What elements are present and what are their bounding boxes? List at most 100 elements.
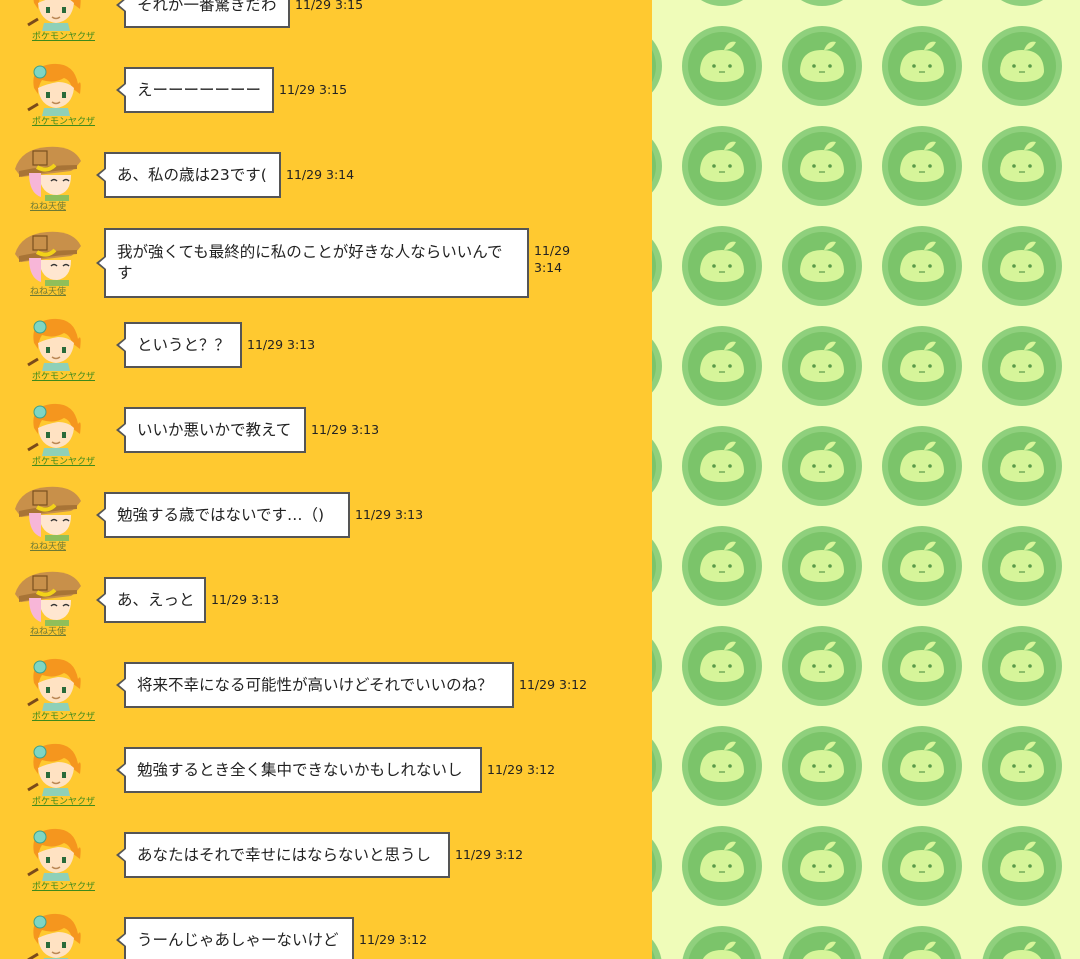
sprout-coin-icon — [652, 439, 662, 493]
sprout-coin-icon — [682, 126, 762, 206]
message-bubble: うーんじゃあしゃーないけど — [116, 917, 354, 959]
message-bubble: えーーーーーーー — [116, 67, 274, 113]
sprout-coin-icon — [982, 726, 1062, 806]
user-avatar[interactable] — [24, 908, 104, 959]
message-text: うーんじゃあしゃーないけど — [137, 930, 339, 949]
sprout-coin-icon — [782, 26, 862, 106]
orange-hair-boy-avatar-icon — [27, 63, 81, 116]
sprout-coin-icon — [682, 626, 762, 706]
username-link[interactable]: ねね天使 — [30, 624, 66, 637]
chat-log: ポケモンヤクザ それが一番驚きだわ 11/29 3:15 ポケモンヤクザ えーーーーー… — [0, 0, 652, 959]
sprout-coin-icon — [982, 226, 1062, 306]
sprout-coin-icon — [652, 939, 662, 959]
sprout-coin-icon — [652, 539, 662, 593]
sprout-coin-icon — [700, 0, 744, 6]
message-text: えーーーーーーー — [137, 80, 262, 99]
sprout-coin-icon — [682, 26, 762, 106]
sprout-coin-icon — [882, 226, 962, 306]
chat-message: ポケモンヤクザ あなたはそれで幸せにはならないと思うし 11/29 3:12 — [0, 825, 652, 910]
sprout-coin-icon — [882, 26, 962, 106]
sprout-coin-icon — [882, 926, 962, 959]
straw-hat-girl-avatar-icon — [15, 486, 81, 541]
message-bubble: というと？？ — [116, 322, 242, 368]
sprout-coin-icon — [882, 626, 962, 706]
username-link[interactable]: ねね天使 — [30, 284, 66, 297]
sprout-coin-icon — [882, 426, 962, 506]
username-link[interactable]: ポケモンヤクザ — [32, 454, 95, 467]
sprout-coin-icon — [782, 426, 862, 506]
sprout-coin-icon — [782, 126, 862, 206]
message-timestamp: 11/29 3:13 — [211, 592, 280, 607]
message-text: 勉強するとき全く集中できないかもしれないし — [137, 760, 463, 779]
chat-message: ポケモンヤクザ 将来不幸になる可能性が高いけどそれでいいのね？ 11/29 3:12 — [0, 655, 652, 740]
straw-hat-girl-avatar-icon — [15, 146, 81, 201]
straw-hat-girl-avatar-icon — [15, 571, 81, 626]
message-timestamp: 11/29 3:12 — [487, 762, 556, 777]
message-text: 我が強くても最終的に私のことが好きな人ならいいんです — [117, 243, 503, 282]
orange-hair-boy-avatar-icon — [27, 318, 81, 371]
message-bubble: それが一番驚きだわ — [116, 0, 290, 28]
username-link[interactable]: ねね天使 — [30, 539, 66, 552]
message-bubble: いいか悪いかで教えて — [116, 407, 306, 453]
sprout-coin-icon — [652, 639, 662, 693]
message-bubble: あ、えっと — [96, 577, 206, 623]
message-bubble: 将来不幸になる可能性が高いけどそれでいいのね？ — [116, 662, 514, 708]
sprout-coin-icon — [782, 826, 862, 906]
message-text: というと？？ — [137, 335, 231, 354]
chat-message: ポケモンヤクザ というと？？ 11/29 3:13 — [0, 315, 652, 400]
message-text: 将来不幸になる可能性が高いけどそれでいいのね？ — [137, 675, 493, 694]
sprout-coin-icon — [682, 326, 762, 406]
message-timestamp: 11/29 3:12 — [455, 847, 524, 862]
sprout-coin-icon — [652, 139, 662, 193]
message-bubble: あなたはそれで幸せにはならないと思うし — [116, 832, 450, 878]
sprout-coin-icon — [782, 526, 862, 606]
sprout-coin-icon — [682, 226, 762, 306]
sprout-coin-icon — [652, 339, 662, 393]
message-timestamp: 11/29 3:14 — [534, 243, 571, 275]
message-text: いいか悪いかで教えて — [137, 420, 292, 439]
message-text: 勉強する歳ではないです…（) — [117, 505, 325, 524]
orange-hair-boy-avatar-icon — [27, 658, 81, 711]
username-link[interactable]: ポケモンヤクザ — [32, 114, 95, 127]
username-link[interactable]: ポケモンヤクザ — [32, 709, 95, 722]
sprout-coin-icon — [982, 426, 1062, 506]
username-link[interactable]: ポケモンヤクザ — [32, 369, 95, 382]
sprout-coin-icon — [900, 0, 944, 6]
orange-hair-boy-avatar-icon — [27, 913, 81, 959]
sprout-coin-icon — [782, 926, 862, 959]
message-timestamp: 11/29 3:14 — [286, 167, 355, 182]
sprout-coin-icon — [682, 526, 762, 606]
message-text: それが一番驚きだわ — [137, 0, 277, 14]
sprout-coin-icon — [800, 0, 844, 6]
chat-message: ポケモンヤクザうーんじゃあしゃーないけど11/29 3:12 — [0, 910, 652, 959]
message-bubble: あ、私の歳は23です( — [96, 152, 281, 198]
sprout-coin-icon — [782, 626, 862, 706]
sprout-coin-icon — [652, 39, 662, 93]
message-text: あなたはそれで幸せにはならないと思うし — [137, 845, 432, 864]
message-bubble: 勉強する歳ではないです…（) — [96, 492, 350, 538]
username-link[interactable]: ポケモンヤクザ — [32, 794, 95, 807]
chat-message: ねね天使 あ、私の歳は23です( 11/29 3:14 — [0, 145, 652, 230]
sprout-coin-icon — [782, 226, 862, 306]
straw-hat-girl-avatar-icon — [15, 231, 81, 286]
chat-message: ポケモンヤクザ それが一番驚きだわ 11/29 3:15 — [0, 0, 652, 60]
message-timestamp: 11/29 3:13 — [247, 337, 316, 352]
username-link[interactable]: ポケモンヤクザ — [32, 879, 95, 892]
sprout-coin-icon — [882, 326, 962, 406]
orange-hair-boy-avatar-icon — [27, 0, 81, 31]
message-bubble: 我が強くても最終的に私のことが好きな人ならいいんです — [96, 228, 529, 298]
chat-message: ねね天使 我が強くても最終的に私のことが好きな人ならいいんです 11/29 3:14 — [0, 228, 652, 315]
sprout-coin-icon — [982, 126, 1062, 206]
chat-message: ポケモンヤクザ いいか悪いかで教えて 11/29 3:13 — [0, 400, 652, 485]
sprout-coin-icon — [682, 426, 762, 506]
sprout-coin-icon — [652, 239, 662, 293]
username-link[interactable]: ポケモンヤクザ — [32, 29, 95, 42]
message-timestamp: 11/29 3:13 — [311, 422, 380, 437]
sprout-coin-icon — [882, 526, 962, 606]
sprout-coin-icon — [652, 839, 662, 893]
username-link[interactable]: ねね天使 — [30, 199, 66, 212]
message-timestamp: 11/29 3:12 — [359, 932, 428, 947]
message-text: あ、えっと — [117, 590, 195, 609]
sprout-coin-icon — [982, 526, 1062, 606]
chat-message: ポケモンヤクザ えーーーーーーー 11/29 3:15 — [0, 60, 652, 145]
